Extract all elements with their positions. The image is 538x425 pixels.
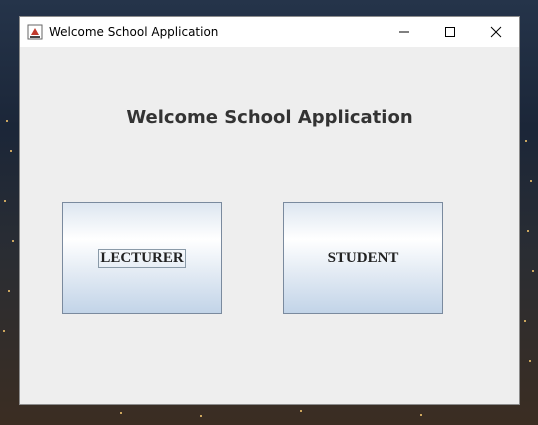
lecturer-button[interactable]: LECTURER — [62, 202, 222, 314]
student-button-label: STUDENT — [327, 249, 399, 266]
java-cup-icon — [27, 24, 43, 40]
maximize-icon — [445, 27, 455, 37]
title-bar[interactable]: Welcome School Application — [20, 17, 519, 47]
minimize-icon — [399, 31, 409, 33]
close-button[interactable] — [473, 17, 519, 47]
page-title: Welcome School Application — [126, 107, 413, 128]
window-title: Welcome School Application — [49, 25, 219, 39]
content-panel: Welcome School Application LECTURER STUD… — [20, 47, 519, 404]
close-icon — [490, 26, 502, 38]
student-button[interactable]: STUDENT — [283, 202, 443, 314]
lecturer-button-label: LECTURER — [98, 248, 186, 268]
app-window: Welcome School Application Welcome Schoo… — [19, 16, 520, 405]
maximize-button[interactable] — [427, 17, 473, 47]
minimize-button[interactable] — [381, 17, 427, 47]
